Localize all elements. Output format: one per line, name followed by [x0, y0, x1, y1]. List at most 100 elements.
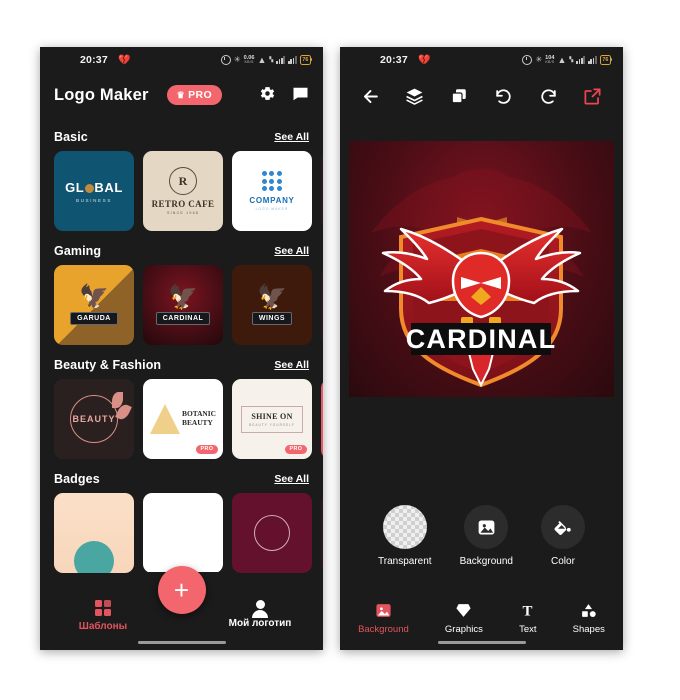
export-icon[interactable] — [583, 86, 603, 106]
nav-label: Шаблоны — [78, 621, 128, 632]
retro-monogram: R — [168, 167, 197, 195]
status-icons: ✳ 104 KB/S ▲ ▚ 76 — [522, 55, 613, 65]
home-indicator — [137, 641, 226, 644]
template-card-shine-on[interactable]: SHINE ON BEAUTY YOURSELF PRO — [232, 379, 312, 459]
template-card-beauty[interactable]: BEAUTY — [54, 379, 134, 459]
option-transparent[interactable]: Transparent — [378, 505, 432, 567]
beauty-label: BEAUTY — [72, 414, 116, 424]
broken-heart-icon: 💔 — [418, 54, 431, 66]
template-card-peek[interactable] — [321, 493, 323, 573]
card-row-basic: GL BAL BUSINESS R RETRO CAFE SINCE 1968 — [40, 151, 323, 231]
person-icon — [252, 600, 268, 618]
status-time: 20:37 — [380, 54, 408, 66]
company-subtitle: LOGO MAKER — [255, 206, 289, 211]
wings-label: WINGS — [251, 311, 293, 325]
tab-label: Graphics — [444, 624, 483, 635]
crown-icon: ♛ — [176, 89, 186, 100]
layers-icon[interactable] — [405, 86, 425, 106]
template-card-global-business[interactable]: GL BAL BUSINESS — [54, 151, 134, 231]
wifi-icon: ▲ — [257, 54, 267, 65]
logo-canvas[interactable]: CARDINAL — [349, 141, 614, 397]
broken-heart-icon: 💔 — [118, 54, 131, 66]
global-text-1: GL — [65, 179, 85, 195]
beauty-ring: BEAUTY — [70, 392, 132, 443]
signal-bars-2 — [588, 56, 597, 64]
alarm-icon — [522, 55, 533, 65]
option-background[interactable]: Background — [460, 505, 513, 567]
plus-icon: + — [173, 575, 190, 605]
tab-shapes[interactable]: Shapes — [573, 602, 605, 635]
pro-badge-button[interactable]: ♛ PRO — [166, 85, 223, 105]
transparent-checker-icon — [382, 505, 427, 549]
pro-badge-label: PRO — [188, 89, 213, 101]
gear-icon[interactable] — [259, 85, 276, 105]
alarm-icon — [220, 55, 231, 65]
template-card-peek[interactable] — [321, 379, 323, 459]
cardinal-label: CARDINAL — [155, 311, 211, 325]
nav-item-templates[interactable]: Шаблоны — [66, 600, 140, 632]
template-card-badge-white[interactable] — [143, 493, 223, 573]
undo-icon[interactable] — [494, 86, 514, 106]
tab-background[interactable]: Background — [358, 602, 409, 635]
template-card-peek[interactable] — [321, 151, 323, 231]
retro-title: RETRO CAFE — [151, 199, 215, 209]
globe-icon — [84, 183, 94, 193]
shine-line2: BEAUTY YOURSELF — [249, 422, 295, 427]
see-all-beauty[interactable]: See All — [274, 359, 309, 371]
template-card-badge-maroon[interactable] — [232, 493, 312, 573]
battery-icon: 76 — [299, 55, 313, 65]
redo-icon[interactable] — [538, 86, 558, 106]
option-label: Background — [459, 556, 513, 567]
retro-subtitle: SINCE 1968 — [167, 211, 199, 215]
dots-icon — [249, 171, 294, 191]
cardinal-logo-artwork: CARDINAL — [371, 169, 592, 388]
nav-label: Мой логотип — [228, 618, 292, 629]
image-icon — [464, 505, 509, 549]
botanic-line2: BEAUTY — [182, 418, 213, 427]
nav-item-my-logo[interactable]: Мой логотип — [223, 600, 297, 629]
create-logo-fab[interactable]: + — [157, 566, 206, 614]
screenshot-stage: 20:37 💔 ✳ 0.06 KB/S ▲ ▚ 76 Logo Maker ♛ … — [0, 0, 680, 700]
background-options-row: Transparent Background Color — [340, 487, 623, 567]
template-card-cardinal[interactable]: 🦅 CARDINAL — [143, 265, 223, 345]
card-row-gaming: 🦅 GARUDA 🦅 CARDINAL 🦅 WINGS — [40, 265, 323, 345]
pro-tag: PRO — [195, 444, 218, 454]
battery-icon: 76 — [599, 55, 613, 65]
battery-level: 76 — [302, 57, 309, 63]
text-icon: T — [519, 602, 536, 619]
bluetooth-icon: ✳ — [535, 55, 543, 64]
bluetooth-icon: ✳ — [233, 55, 241, 64]
data-speed-unit: KB/S — [545, 59, 555, 64]
data-speed-indicator: 0.06 KB/S — [244, 56, 255, 64]
tab-graphics[interactable]: Graphics — [445, 602, 483, 635]
see-all-gaming[interactable]: See All — [274, 245, 309, 257]
tab-label: Text — [519, 624, 537, 635]
arrow-left-icon[interactable] — [360, 86, 380, 106]
template-sections-scroll[interactable]: Basic See All GL BAL BUSINESS R RETRO CA… — [40, 117, 323, 620]
option-label: Transparent — [378, 556, 432, 567]
sim-icon: ▚ — [269, 57, 274, 63]
tab-label: Shapes — [572, 624, 605, 635]
template-card-company[interactable]: COMPANY LOGO MAKER — [232, 151, 312, 231]
editor-canvas-area[interactable]: CARDINAL — [340, 119, 623, 487]
company-title: COMPANY — [249, 195, 295, 205]
option-color[interactable]: Color — [540, 505, 585, 567]
template-card-retro-cafe[interactable]: R RETRO CAFE SINCE 1968 — [143, 151, 223, 231]
chat-icon[interactable] — [292, 87, 309, 104]
status-bar-right: 20:37 💔 ✳ 104 KB/S ▲ ▚ 76 — [340, 47, 623, 73]
template-card-garuda[interactable]: 🦅 GARUDA — [54, 265, 134, 345]
svg-text:T: T — [523, 603, 533, 619]
eagle-icon: 🦅 — [79, 283, 109, 311]
template-card-botanic-beauty[interactable]: BOTANIC BEAUTY PRO — [143, 379, 223, 459]
see-all-badges[interactable]: See All — [274, 473, 309, 485]
editor-toolbar — [340, 73, 623, 119]
duplicate-icon[interactable] — [449, 86, 469, 106]
canvas-logo-text: CARDINAL — [406, 324, 557, 354]
template-card-wings[interactable]: 🦅 WINGS — [232, 265, 312, 345]
template-card-peek[interactable] — [321, 265, 323, 345]
see-all-basic[interactable]: See All — [274, 131, 309, 143]
template-card-badge-peach[interactable] — [54, 493, 134, 573]
tab-text[interactable]: T Text — [519, 602, 536, 635]
data-speed-indicator: 104 KB/S — [545, 56, 554, 64]
section-header-beauty: Beauty & Fashion See All — [40, 345, 323, 379]
